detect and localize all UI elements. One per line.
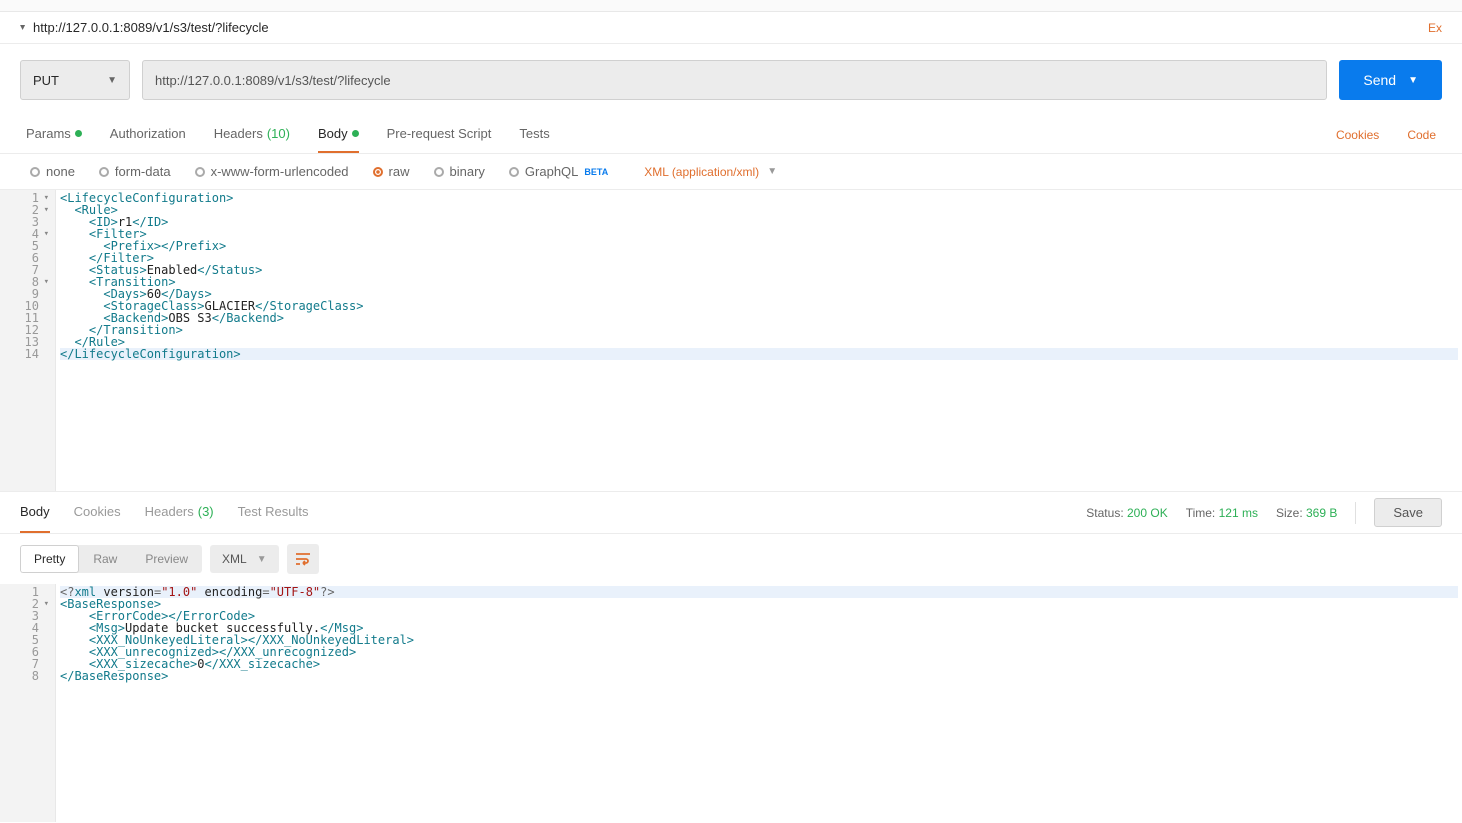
window-tabs-bar [0,0,1462,12]
radio-urlencoded[interactable]: x-www-form-urlencoded [195,164,349,179]
response-view-row: Pretty Raw Preview XML▼ [0,534,1462,584]
examples-link[interactable]: Ex [1428,21,1442,35]
radio-formdata[interactable]: form-data [99,164,171,179]
tab-prerequest[interactable]: Pre-request Script [387,116,492,153]
view-raw[interactable]: Raw [79,545,131,573]
method-select[interactable]: PUT ▼ [20,60,130,100]
save-response-button[interactable]: Save [1374,498,1442,527]
radio-icon [30,167,40,177]
wrap-lines-button[interactable] [287,544,319,574]
radio-icon [373,167,383,177]
status-value: 200 OK [1127,506,1168,520]
resp-tab-cookies[interactable]: Cookies [74,492,121,533]
caret-right-icon[interactable]: ▸ [17,25,28,30]
radio-icon [99,167,109,177]
view-pretty[interactable]: Pretty [20,545,79,573]
chevron-down-icon: ▼ [767,166,777,177]
cookies-link[interactable]: Cookies [1336,128,1379,142]
response-bar: Body Cookies Headers (3) Test Results St… [0,492,1462,534]
radio-binary[interactable]: binary [434,164,485,179]
code-area[interactable]: <LifecycleConfiguration> <Rule> <ID>r1</… [56,190,1462,491]
request-title: http://127.0.0.1:8089/v1/s3/test/?lifecy… [33,20,269,35]
radio-raw[interactable]: raw [373,164,410,179]
radio-icon [509,167,519,177]
tab-authorization[interactable]: Authorization [110,116,186,153]
response-meta: Status: 200 OK Time: 121 ms Size: 369 B … [1086,498,1442,527]
request-title-bar: ▸ http://127.0.0.1:8089/v1/s3/test/?life… [0,12,1462,44]
divider [1355,502,1356,524]
send-label: Send [1363,72,1396,88]
view-toggle: Pretty Raw Preview [20,545,202,573]
tab-body[interactable]: Body [318,116,359,153]
tab-tests[interactable]: Tests [519,116,549,153]
status-dot-icon [75,130,82,137]
code-link[interactable]: Code [1407,128,1436,142]
url-row: PUT ▼ Send ▼ [0,44,1462,116]
url-input[interactable] [142,60,1327,100]
radio-graphql[interactable]: GraphQLBETA [509,164,608,179]
line-gutter: 1▾2▾3 4▾5 6 7 8▾9 10 11 12 13 14 [0,190,56,491]
content-type-select[interactable]: XML (application/xml)▼ [644,165,777,179]
response-body-editor[interactable]: 1 2▾3 4 5 6 7 8 <?xml version="1.0" enco… [0,584,1462,822]
tab-headers[interactable]: Headers (10) [214,116,290,153]
resp-tab-tests[interactable]: Test Results [238,492,309,533]
code-area[interactable]: <?xml version="1.0" encoding="UTF-8"?><B… [56,584,1462,822]
line-gutter: 1 2▾3 4 5 6 7 8 [0,584,56,822]
chevron-down-icon[interactable]: ▼ [1408,75,1418,86]
tab-params[interactable]: Params [26,116,82,153]
size-value: 369 B [1306,506,1337,520]
chevron-down-icon: ▼ [257,554,267,565]
format-select[interactable]: XML▼ [210,545,279,573]
body-type-row: none form-data x-www-form-urlencoded raw… [0,154,1462,190]
resp-tab-body[interactable]: Body [20,492,50,533]
radio-none[interactable]: none [30,164,75,179]
time-value: 121 ms [1219,506,1258,520]
status-dot-icon [352,130,359,137]
request-tabs: Params Authorization Headers (10) Body P… [0,116,1462,154]
chevron-down-icon: ▼ [107,75,117,86]
radio-icon [434,167,444,177]
view-preview[interactable]: Preview [131,545,202,573]
wrap-icon [295,552,311,566]
method-value: PUT [33,73,59,88]
send-button[interactable]: Send ▼ [1339,60,1442,100]
radio-icon [195,167,205,177]
request-body-editor[interactable]: 1▾2▾3 4▾5 6 7 8▾9 10 11 12 13 14 <Lifecy… [0,190,1462,492]
resp-tab-headers[interactable]: Headers (3) [145,492,214,533]
